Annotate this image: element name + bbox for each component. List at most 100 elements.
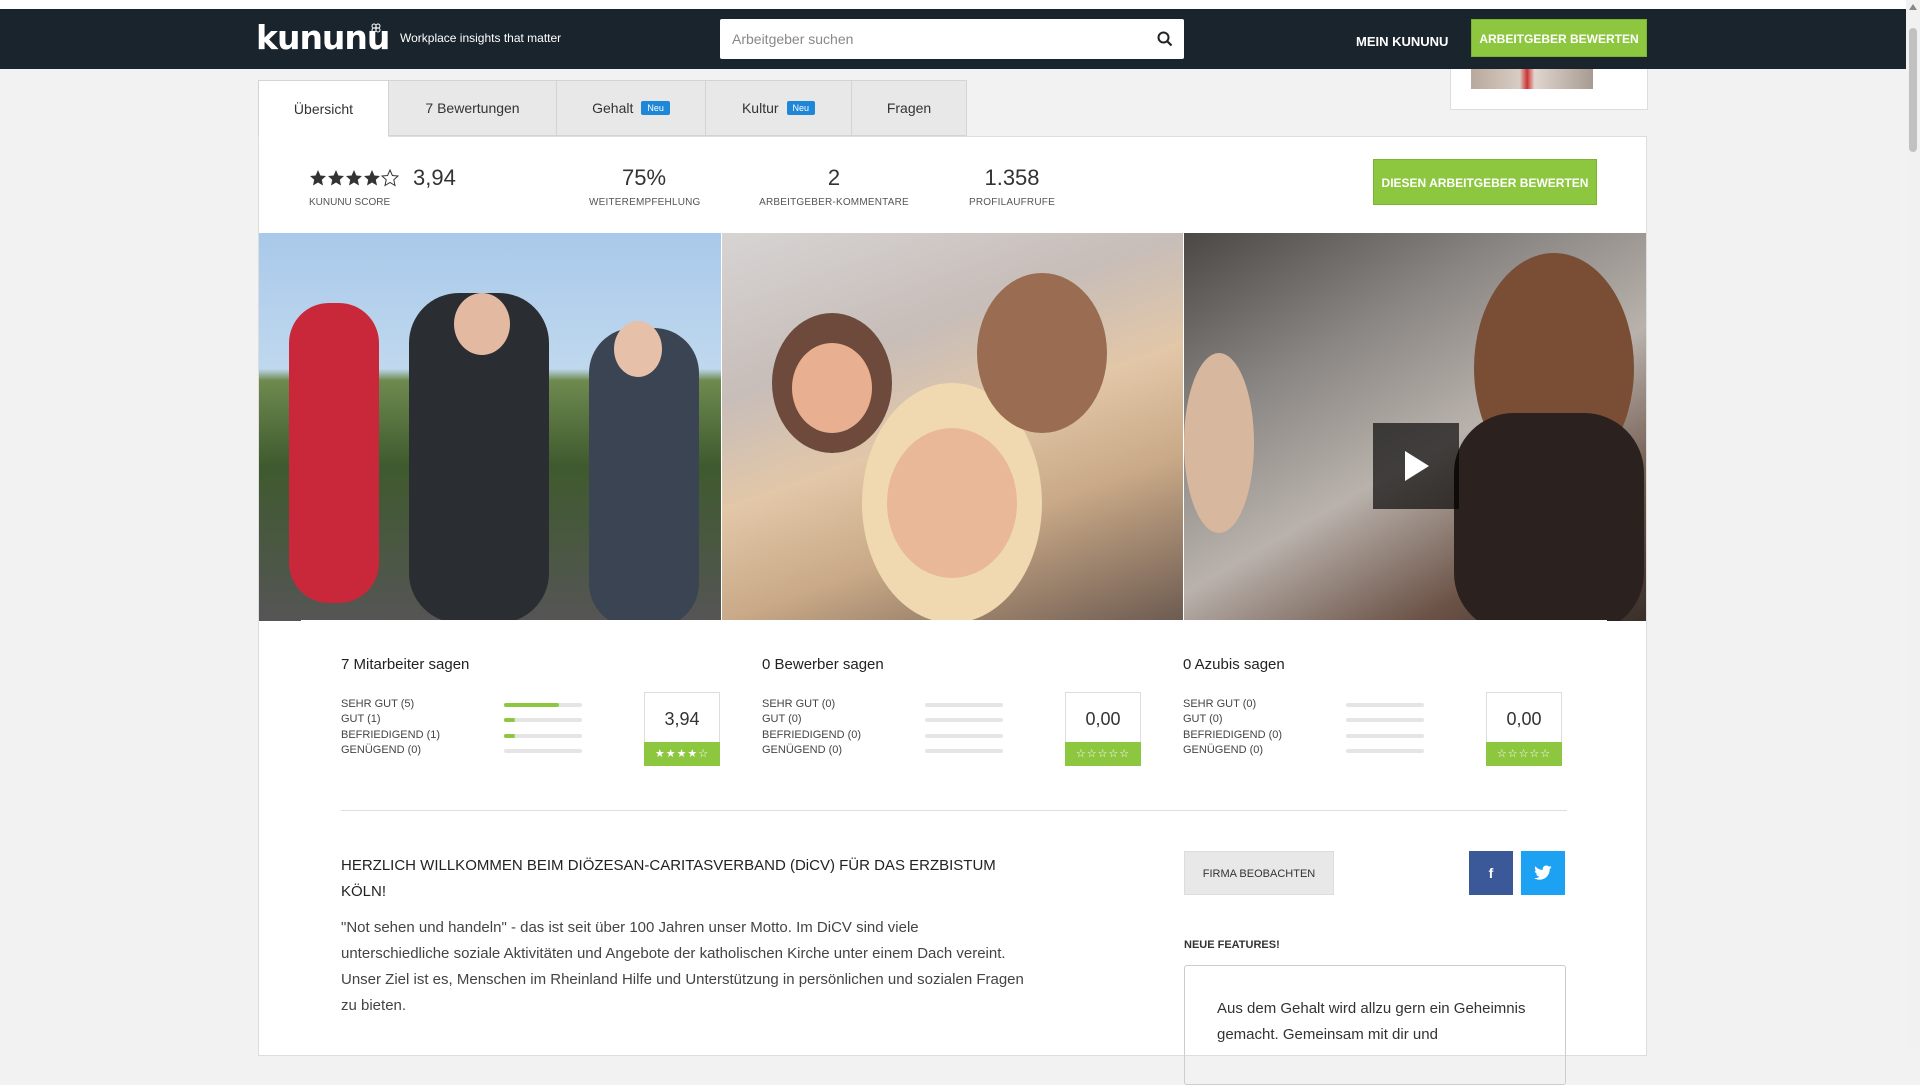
rating-row-label: BEFRIEDIGEND (1): [341, 729, 441, 741]
kununu-logo[interactable]: kununu: [256, 21, 390, 55]
photo-shape: [887, 428, 1017, 578]
rate-employer-nav-button[interactable]: ARBEITGEBER BEWERTEN: [1471, 19, 1647, 57]
scrollbar[interactable]: [1906, 0, 1920, 1047]
rating-bar: [504, 734, 582, 738]
company-thumbnail-image[interactable]: [1471, 69, 1593, 89]
new-features-box: Aus dem Gehalt wird allzu gern ein Gehei…: [1184, 965, 1566, 1085]
recommendation-stat: 75% WEITEREMPFEHLUNG: [589, 165, 701, 208]
recommendation-label: WEITEREMPFEHLUNG: [589, 197, 701, 208]
tab-salary[interactable]: Gehalt Neu: [556, 80, 706, 136]
search-box: [720, 19, 1184, 59]
recommendation-value: 75%: [621, 165, 667, 190]
top-navigation: kununu Workplace insights that matter ME…: [0, 9, 1920, 69]
photo-shape: [792, 343, 872, 433]
tab-questions[interactable]: Fragen: [851, 80, 967, 136]
tab-overview[interactable]: Übersicht: [258, 80, 389, 137]
rate-this-employer-button[interactable]: DIESEN ARBEITGEBER BEWERTEN: [1373, 159, 1597, 205]
group-title: 0 Azubis sagen: [1183, 656, 1285, 673]
gallery-photo-2[interactable]: [722, 233, 1183, 621]
company-thumbnail-box: [1450, 69, 1648, 110]
tagline: Workplace insights that matter: [400, 31, 562, 45]
rating-bar: [1346, 734, 1424, 738]
twitter-share-button[interactable]: [1521, 851, 1565, 895]
tab-label: Fragen: [886, 100, 932, 116]
photo-shape: [614, 321, 662, 377]
group-score-box: 3,94 ★★★★☆: [644, 692, 720, 766]
comments-stat: 2 ARBEITGEBER-KOMMENTARE: [759, 165, 909, 208]
rating-bar-fill: [504, 703, 560, 707]
scrollbar-thumb[interactable]: [1909, 28, 1917, 152]
logo-x-icon: [371, 23, 381, 33]
photo-shape: [1454, 413, 1644, 621]
follow-company-button[interactable]: FIRMA BEOBACHTEN: [1184, 851, 1334, 895]
tab-label: Kultur: [741, 100, 779, 116]
mein-kununu-link[interactable]: MEIN KUNUNU: [1356, 34, 1448, 49]
rating-row-label: GENÜGEND (0): [341, 744, 422, 756]
rating-row-label: GUT (0): [1183, 713, 1223, 725]
group-title: 0 Bewerber sagen: [762, 656, 884, 673]
search-icon[interactable]: [1156, 30, 1174, 48]
comments-value: 2: [827, 165, 841, 190]
rating-row-label: GUT (0): [762, 713, 802, 725]
views-stat: 1.358 PROFILAUFRUFE: [957, 165, 1067, 208]
group-stars-icon: ★★★★☆: [644, 742, 720, 766]
new-features-text: Aus dem Gehalt wird allzu gern ein Gehei…: [1217, 1000, 1526, 1043]
rating-bar-fill: [504, 734, 515, 738]
about-heading: HERZLICH WILLKOMMEN BEIM DIÖZESAN-CARITA…: [341, 857, 996, 900]
group-score-box: 0,00 ☆☆☆☆☆: [1486, 692, 1562, 766]
rating-row-label: GENÜGEND (0): [762, 744, 843, 756]
rating-bar: [925, 749, 1003, 753]
about-text: "Not sehen und handeln" - das ist seit ü…: [341, 919, 1024, 1014]
new-features-title: NEUE FEATURES!: [1184, 939, 1280, 951]
tab-label: 7 Bewertungen: [425, 100, 520, 116]
tab-reviews[interactable]: 7 Bewertungen: [388, 80, 557, 136]
rating-bar: [1346, 749, 1424, 753]
new-badge: Neu: [641, 101, 670, 115]
gallery-video[interactable]: [1184, 233, 1646, 621]
views-label: PROFILAUFRUFE: [969, 197, 1055, 208]
video-play-button[interactable]: [1373, 423, 1459, 509]
search-input[interactable]: [720, 19, 1164, 59]
browser-top-strip: [0, 0, 1920, 9]
comments-label: ARBEITGEBER-KOMMENTARE: [759, 197, 909, 208]
facebook-share-button[interactable]: f: [1469, 851, 1513, 895]
kununu-score: 3,94 KUNUNU SCORE: [309, 165, 456, 208]
rating-row-label: GENÜGEND (0): [1183, 744, 1264, 756]
rating-bar: [1346, 703, 1424, 707]
scroll-up-icon[interactable]: [1909, 4, 1917, 10]
score-value: 3,94: [413, 165, 456, 190]
views-value: 1.358: [984, 165, 1040, 190]
facebook-icon: f: [1488, 865, 1494, 881]
photo-shape: [1184, 353, 1254, 533]
group-score-value: 3,94: [664, 709, 700, 729]
group-title: 7 Mitarbeiter sagen: [341, 656, 470, 673]
rating-bar: [504, 703, 582, 707]
rating-bar: [925, 703, 1003, 707]
tab-label: Gehalt: [592, 100, 634, 116]
group-stars-icon: ☆☆☆☆☆: [1065, 742, 1141, 766]
new-badge: Neu: [786, 101, 816, 115]
rating-row-label: BEFRIEDIGEND (0): [762, 729, 862, 741]
rating-bar: [504, 749, 582, 753]
apprentice-ratings: 0 Azubis sagen SEHR GUT (0) GUT (0) BEFRIE…: [1183, 656, 1563, 766]
rating-row-label: SEHR GUT (0): [1183, 698, 1257, 710]
rating-row-label: GUT (1): [341, 713, 381, 725]
rating-row-label: SEHR GUT (5): [341, 698, 415, 710]
play-icon: [1405, 451, 1429, 481]
group-score-box: 0,00 ☆☆☆☆☆: [1065, 692, 1141, 766]
rating-bar: [925, 734, 1003, 738]
rating-bar: [504, 718, 582, 722]
photo-shape: [289, 303, 379, 603]
section-divider: [341, 810, 1567, 811]
tab-label: Übersicht: [293, 100, 354, 117]
tab-culture[interactable]: Kultur Neu: [705, 80, 852, 136]
applicant-ratings: 0 Bewerber sagen SEHR GUT (0) GUT (0) BEFR…: [762, 656, 1142, 766]
rating-row-label: BEFRIEDIGEND (0): [1183, 729, 1283, 741]
score-stars-icon: [310, 169, 399, 186]
overview-card: 3,94 KUNUNU SCORE 75% WEITEREMPFEHLUNG 2…: [258, 136, 1647, 1085]
group-score-value: 0,00: [1085, 709, 1121, 729]
gallery-photo-1[interactable]: [259, 233, 721, 621]
ratings-panel: 7 Mitarbeiter sagen SEHR GUT (5) GUT (1) B…: [301, 620, 1607, 820]
rating-bar-fill: [504, 718, 515, 722]
rating-bar: [925, 718, 1003, 722]
